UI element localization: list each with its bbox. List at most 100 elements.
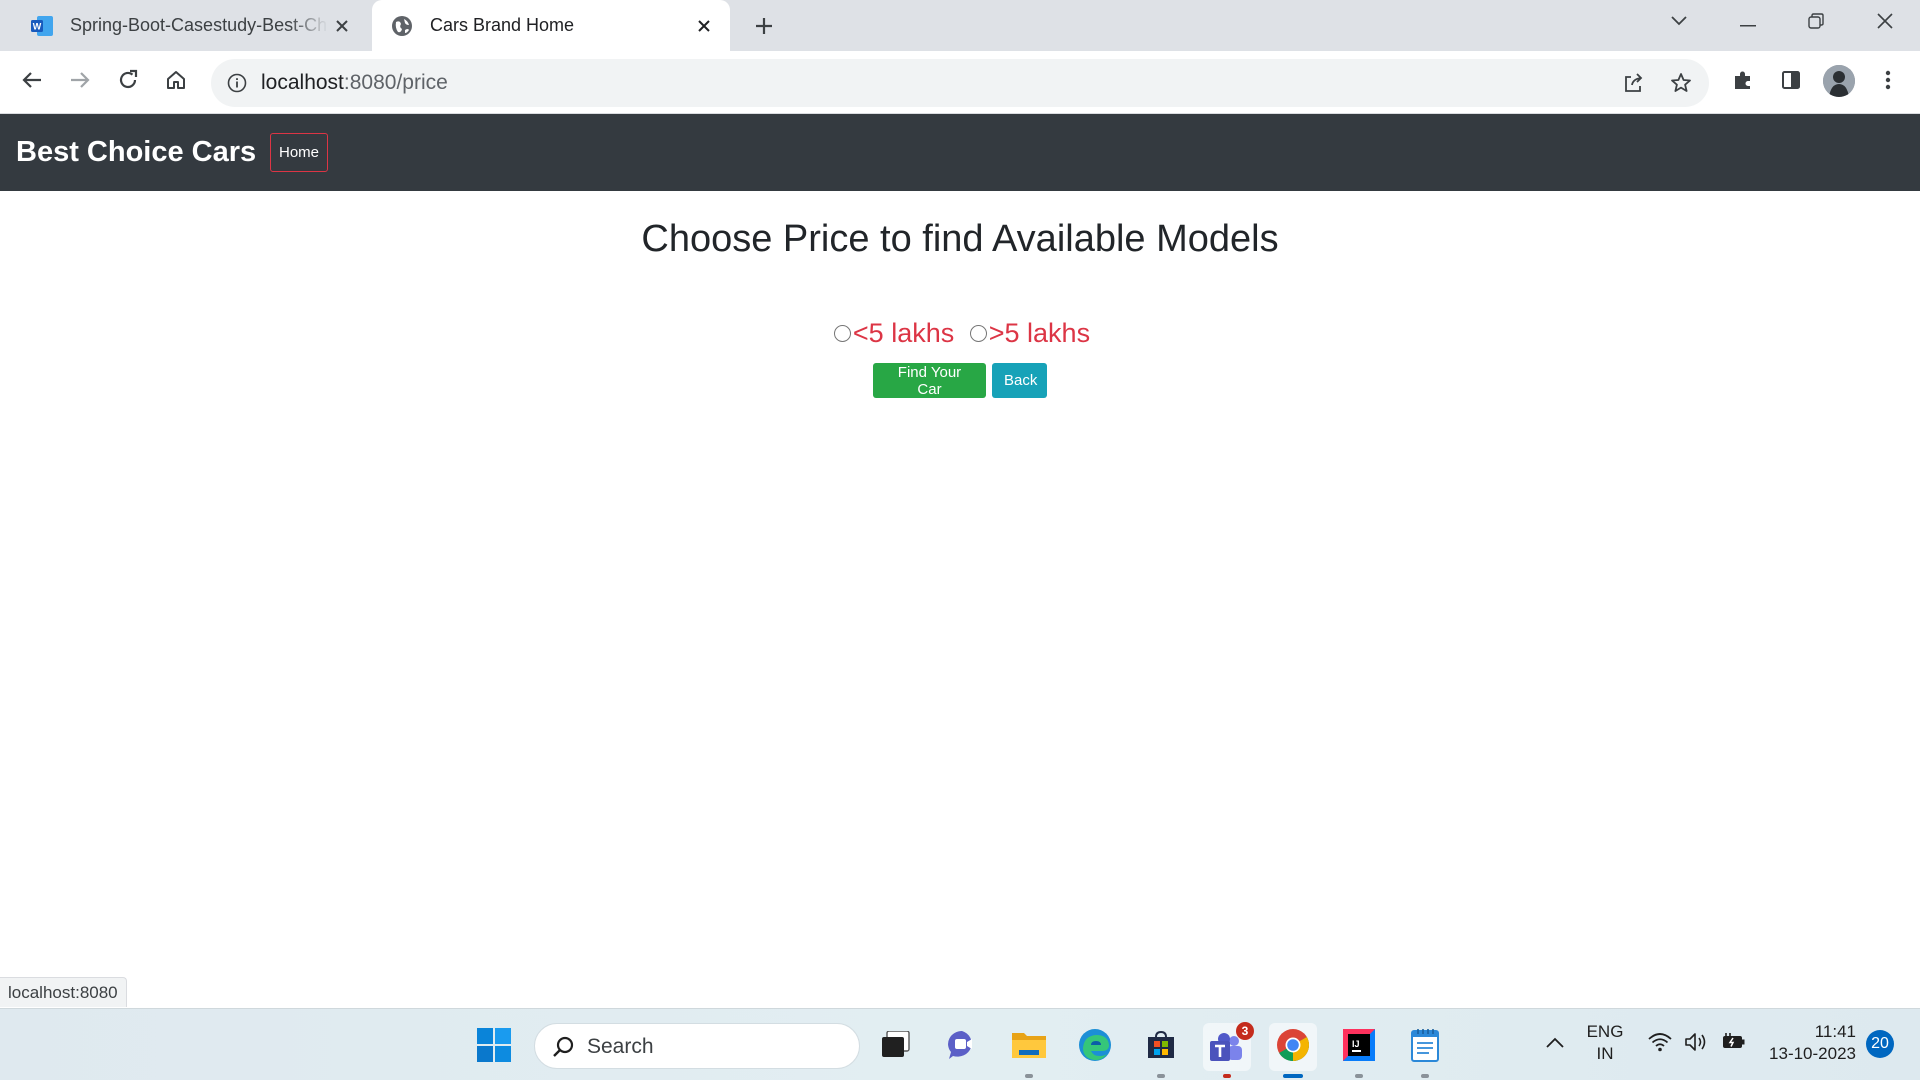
url-host: localhost xyxy=(261,71,344,94)
price-options: <5 lakhs >5 lakhs xyxy=(0,318,1920,349)
arrow-right-icon xyxy=(69,69,91,96)
puzzle-icon xyxy=(1732,69,1754,96)
running-indicator xyxy=(1355,1074,1363,1078)
wifi-status[interactable] xyxy=(1645,1029,1675,1059)
extensions-button[interactable] xyxy=(1725,64,1761,100)
chevron-up-icon xyxy=(1546,1035,1564,1053)
taskbar-edge[interactable] xyxy=(1071,1023,1119,1071)
chevron-down-icon xyxy=(1670,14,1688,32)
tab-word-document[interactable]: W Spring-Boot-Casestudy-Best-Ch xyxy=(16,0,368,51)
taskbar-meet[interactable] xyxy=(939,1023,987,1071)
tab-title: Spring-Boot-Casestudy-Best-Ch xyxy=(70,15,328,35)
running-indicator xyxy=(1157,1074,1165,1078)
page-heading: Choose Price to find Available Models xyxy=(641,218,1279,260)
chrome-menu-button[interactable] xyxy=(1870,64,1906,100)
search-placeholder: Search xyxy=(587,1035,654,1058)
browser-toolbar: localhost:8080/price xyxy=(0,51,1920,114)
task-view-icon xyxy=(881,1029,911,1064)
volume-icon xyxy=(1684,1032,1710,1057)
taskbar-task-view[interactable] xyxy=(872,1023,920,1071)
address-bar[interactable]: localhost:8080/price xyxy=(211,59,1709,107)
restore-icon xyxy=(1808,12,1824,34)
brand-title[interactable]: Best Choice Cars xyxy=(16,114,256,191)
input-language-indicator[interactable]: ENG IN xyxy=(1584,1021,1626,1065)
back-nav-button[interactable] xyxy=(14,64,50,100)
chrome-icon xyxy=(1276,1028,1310,1067)
volume-status[interactable] xyxy=(1682,1029,1712,1059)
info-icon[interactable] xyxy=(225,71,249,95)
running-indicator xyxy=(1025,1074,1033,1078)
store-icon xyxy=(1145,1029,1177,1066)
close-window-button[interactable] xyxy=(1851,0,1919,46)
price-radio-over-5[interactable] xyxy=(969,325,987,342)
tab-cars-brand-home[interactable]: Cars Brand Home xyxy=(372,0,730,51)
running-indicator xyxy=(1421,1074,1429,1078)
running-indicator xyxy=(1223,1074,1231,1078)
minimize-icon xyxy=(1740,14,1756,32)
svg-text:W: W xyxy=(33,21,42,31)
tab-title: Cars Brand Home xyxy=(430,15,575,35)
word-icon: W xyxy=(30,14,54,38)
profile-avatar[interactable] xyxy=(1823,65,1855,97)
file-explorer-icon xyxy=(1011,1030,1047,1065)
price-option-label: <5 lakhs xyxy=(852,318,955,348)
site-navbar: Best Choice Cars Home xyxy=(0,114,1920,191)
taskbar-search[interactable]: Search xyxy=(534,1023,860,1069)
tab-search-button[interactable] xyxy=(1645,0,1713,46)
price-option-over-5[interactable]: >5 lakhs xyxy=(962,318,1090,349)
find-your-car-button[interactable]: Find Your Car xyxy=(873,363,986,398)
link-status-bubble: localhost:8080 xyxy=(0,977,127,1007)
svg-text:IJ: IJ xyxy=(1352,1039,1360,1049)
taskbar-file-explorer[interactable] xyxy=(1005,1023,1053,1078)
home-button[interactable]: Home xyxy=(270,133,328,172)
taskbar-intellij[interactable]: IJ xyxy=(1335,1023,1383,1078)
language-code: ENG xyxy=(1586,1022,1624,1041)
taskbar-chrome[interactable] xyxy=(1269,1023,1317,1078)
edge-icon xyxy=(1078,1028,1112,1067)
home-icon xyxy=(165,69,187,96)
forward-nav-button[interactable] xyxy=(62,64,98,100)
reload-button[interactable] xyxy=(110,64,146,100)
close-icon xyxy=(1877,12,1893,34)
taskbar-notepad[interactable] xyxy=(1401,1023,1449,1078)
form-actions: Find Your Car Back xyxy=(0,363,1920,398)
wifi-icon xyxy=(1648,1032,1672,1057)
region-code: IN xyxy=(1596,1044,1614,1063)
taskbar-teams[interactable]: 3 xyxy=(1203,1022,1254,1078)
close-icon[interactable] xyxy=(690,12,718,40)
close-icon[interactable] xyxy=(328,12,356,40)
side-panel-button[interactable] xyxy=(1773,64,1809,100)
running-indicator xyxy=(1283,1074,1303,1078)
price-option-label: >5 lakhs xyxy=(988,318,1091,348)
browser-tab-strip: W Spring-Boot-Casestudy-Best-Ch Cars Bra… xyxy=(0,0,1920,51)
globe-icon xyxy=(390,14,414,38)
search-icon xyxy=(551,1035,575,1059)
taskbar-clock[interactable]: 11:41 13-10-2023 xyxy=(1760,1021,1856,1065)
notepad-icon xyxy=(1410,1028,1440,1067)
battery-charging-icon xyxy=(1720,1032,1746,1056)
teams-icon: 3 xyxy=(1208,1022,1254,1064)
price-option-under-5[interactable]: <5 lakhs xyxy=(830,318,954,349)
clock-time: 11:41 xyxy=(1814,1022,1856,1041)
taskbar-store[interactable] xyxy=(1137,1023,1185,1078)
home-nav-button[interactable] xyxy=(158,64,194,100)
bookmark-star-icon[interactable] xyxy=(1669,71,1693,95)
share-icon[interactable] xyxy=(1621,71,1645,95)
minimize-button[interactable] xyxy=(1714,0,1782,46)
start-button[interactable] xyxy=(470,1023,518,1071)
clock-date: 13-10-2023 xyxy=(1769,1044,1856,1063)
restore-button[interactable] xyxy=(1782,0,1850,46)
side-panel-icon xyxy=(1780,69,1802,96)
windows-taskbar: Search 3 IJ xyxy=(0,1008,1920,1080)
battery-status[interactable] xyxy=(1718,1029,1748,1059)
intellij-icon: IJ xyxy=(1343,1028,1375,1066)
notification-count-badge[interactable]: 20 xyxy=(1866,1030,1894,1058)
url-text: localhost:8080/price xyxy=(261,59,448,107)
show-hidden-icons-button[interactable] xyxy=(1540,1029,1570,1059)
arrow-left-icon xyxy=(21,69,43,96)
teams-meet-icon xyxy=(946,1029,980,1066)
price-radio-under-5[interactable] xyxy=(833,325,851,342)
new-tab-button[interactable] xyxy=(748,10,780,42)
start-icon xyxy=(477,1027,511,1067)
back-button[interactable]: Back xyxy=(992,363,1047,398)
